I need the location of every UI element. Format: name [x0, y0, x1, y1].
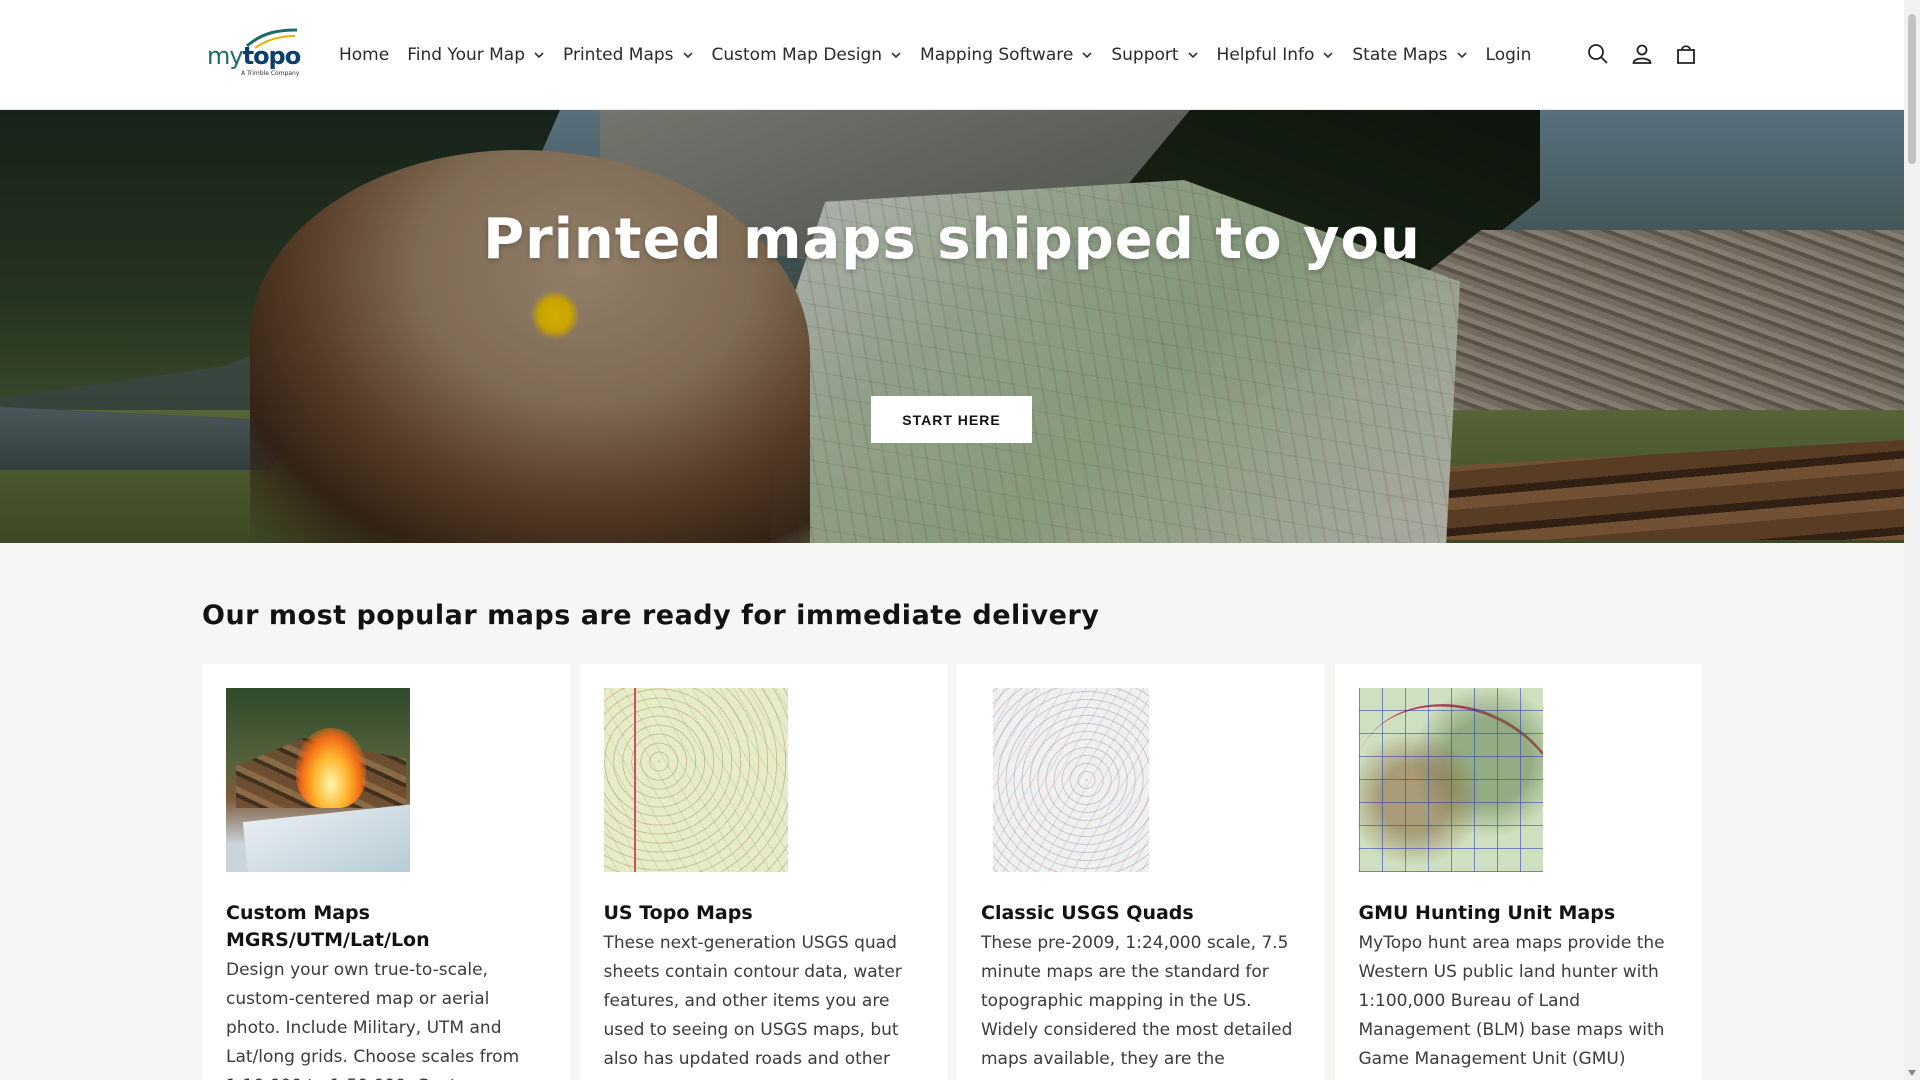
search-button[interactable] [1586, 36, 1610, 72]
hero-title: Printed maps shipped to you [483, 207, 1421, 272]
product-description: MyTopo hunt area maps provide the Wester… [1358, 933, 1665, 1080]
nav-item-state-maps[interactable]: State Maps [1343, 35, 1476, 75]
logo-tagline: A Trimble Company [241, 70, 300, 77]
chevron-down-icon [534, 52, 544, 59]
logo-wordmark: mytopo [207, 42, 302, 70]
nav-label: Home [339, 45, 390, 65]
product-description: Design your own true-to-scale, custom-ce… [226, 960, 520, 1080]
product-thumbnail[interactable] [1358, 688, 1543, 872]
thumb-campfire-flame [296, 728, 366, 808]
hero-overlay [0, 110, 1904, 543]
header-icons [1586, 36, 1698, 72]
cart-button[interactable] [1674, 36, 1698, 72]
nav-item-support[interactable]: Support [1102, 35, 1207, 75]
nav-label: Login [1485, 45, 1532, 65]
nav-item-helpful-info[interactable]: Helpful Info [1208, 35, 1344, 75]
nav-label: Mapping Software [920, 45, 1074, 65]
scrollbar-thumb[interactable] [1908, 14, 1916, 164]
nav-item-printed-maps[interactable]: Printed Maps [554, 35, 703, 75]
chevron-down-icon [1082, 52, 1092, 59]
chevron-down-icon [1187, 52, 1198, 59]
logo-secondary: topo [242, 42, 302, 70]
nav-item-find-your-map[interactable]: Find Your Map [398, 35, 554, 75]
nav-label: Find Your Map [407, 45, 526, 65]
main-nav: Home Find Your Map Printed Maps Custom M… [330, 0, 1540, 110]
hero-banner [0, 110, 1904, 543]
logo-primary: my [207, 42, 244, 70]
nav-label: Printed Maps [563, 45, 674, 65]
nav-item-login[interactable]: Login [1477, 35, 1541, 75]
product-card-classic-usgs[interactable]: Classic USGS Quads These pre-2009, 1:24,… [957, 664, 1325, 1080]
thumb-river [1358, 688, 1543, 872]
section-title: Our most popular maps are ready for imme… [202, 600, 1100, 631]
product-description: These next-generation USGS quad sheets c… [603, 933, 902, 1080]
chevron-down-icon [682, 52, 693, 59]
product-thumbnail[interactable] [603, 688, 788, 872]
mytopo-logo[interactable]: mytopo A Trimble Company [205, 28, 301, 82]
product-title[interactable]: US Topo Maps [604, 900, 924, 927]
product-description: These pre-2009, 1:24,000 scale, 7.5 minu… [981, 933, 1293, 1080]
thumb-boundary-line [633, 688, 636, 872]
chevron-down-icon [1456, 52, 1467, 59]
account-button[interactable] [1630, 36, 1654, 72]
site-header: mytopo A Trimble Company Home Find Your … [0, 0, 1904, 110]
product-card-custom-maps[interactable]: Custom Maps MGRS/UTM/Lat/Lon Design your… [202, 664, 570, 1080]
product-title[interactable]: GMU Hunting Unit Maps [1359, 900, 1679, 927]
product-card-us-topo[interactable]: US Topo Maps These next-generation USGS … [579, 664, 947, 1080]
product-title[interactable]: Custom Maps MGRS/UTM/Lat/Lon [226, 900, 546, 954]
nav-label: Custom Map Design [711, 45, 883, 65]
product-thumbnail[interactable] [981, 688, 1165, 872]
cart-icon [1677, 45, 1695, 64]
nav-label: Helpful Info [1216, 45, 1315, 65]
nav-item-mapping-software[interactable]: Mapping Software [911, 35, 1102, 75]
chevron-down-icon [1323, 52, 1333, 59]
account-icon [1632, 44, 1652, 64]
chevron-down-icon [891, 52, 901, 59]
thumb-quad-sheet [993, 688, 1149, 872]
nav-label: Support [1111, 45, 1179, 65]
start-here-button[interactable]: START HERE [871, 396, 1032, 443]
search-icon [1588, 44, 1608, 64]
nav-label: State Maps [1352, 45, 1448, 65]
nav-item-home[interactable]: Home [330, 35, 398, 75]
page-scrollbar[interactable] [1904, 0, 1920, 1080]
product-title[interactable]: Classic USGS Quads [981, 900, 1301, 927]
scroll-down-arrow[interactable] [1908, 1070, 1916, 1076]
product-card-grid: Custom Maps MGRS/UTM/Lat/Lon Design your… [202, 664, 1702, 1080]
product-card-gmu-hunting[interactable]: GMU Hunting Unit Maps MyTopo hunt area m… [1334, 664, 1702, 1080]
nav-item-custom-map-design[interactable]: Custom Map Design [703, 35, 912, 75]
thumb-map-sheet [242, 804, 410, 872]
product-thumbnail[interactable] [226, 688, 410, 872]
